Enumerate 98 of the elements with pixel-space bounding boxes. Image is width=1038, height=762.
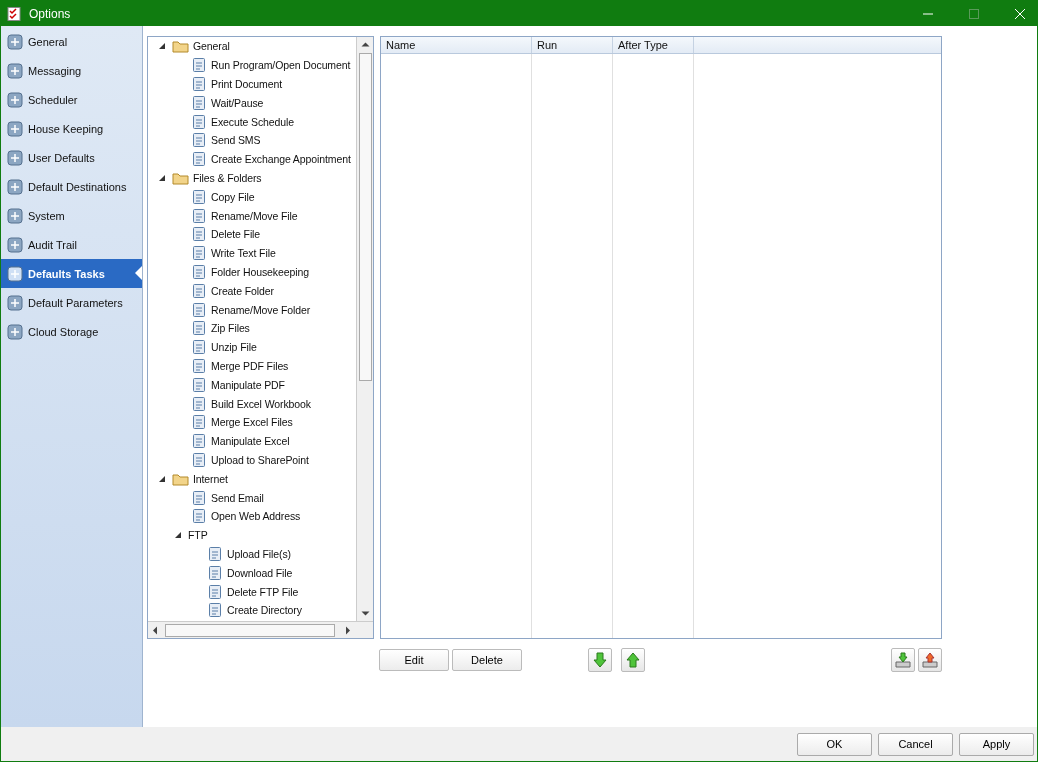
tray-up-arrow-icon [922, 652, 938, 668]
expand-toggle-icon[interactable] [158, 173, 166, 182]
task-icon [191, 414, 207, 431]
task-icon [191, 207, 207, 224]
task-icon [191, 57, 207, 74]
tree-item[interactable]: Build Excel Workbook [211, 397, 311, 410]
sidebar-item[interactable]: Default Parameters [1, 288, 142, 317]
checklist-icon [7, 6, 21, 21]
up-arrow-icon [626, 652, 640, 668]
tree-item[interactable]: Download File [227, 566, 293, 579]
task-icon [207, 583, 223, 600]
task-icon [191, 508, 207, 525]
task-icon [191, 76, 207, 92]
tree-item[interactable]: Manipulate Excel [211, 435, 290, 448]
task-button[interactable]: Edit [379, 649, 449, 671]
tree-item[interactable]: Unzip File [211, 341, 257, 354]
expand-toggle-icon[interactable] [158, 42, 166, 51]
tree-item[interactable]: Execute Schedule [211, 115, 295, 128]
tree-item[interactable]: Internet [193, 472, 228, 485]
task-icon [191, 376, 207, 393]
sidebar-item[interactable]: General [1, 27, 142, 56]
tree-item[interactable]: Send SMS [211, 134, 261, 147]
down-arrow-icon [593, 652, 607, 668]
task-icon [191, 339, 207, 356]
task-icon [191, 113, 207, 130]
tree-item[interactable]: Delete FTP File [227, 585, 299, 598]
tree-item[interactable]: Copy File [211, 190, 255, 203]
task-icon [191, 151, 207, 168]
tray-down-arrow-icon [895, 652, 911, 668]
sidebar-item[interactable]: Defaults Tasks [1, 259, 142, 288]
task-icon [207, 602, 223, 619]
task-icon [191, 282, 207, 299]
task-icon [191, 94, 207, 111]
tree-item[interactable]: Run Program/Open Document [211, 59, 351, 72]
task-icon [191, 395, 207, 412]
tree-item[interactable]: Merge Excel Files [211, 416, 293, 429]
tree-item[interactable]: Write Text File [211, 247, 276, 260]
sidebar-item[interactable]: Messaging [1, 56, 142, 85]
column-header[interactable]: Run [532, 37, 613, 53]
move-down-button[interactable] [588, 648, 612, 672]
task-icon [191, 301, 207, 318]
tree-item[interactable]: Create Folder [211, 284, 274, 297]
dialog-button[interactable]: Apply [959, 732, 1034, 756]
task-icon [191, 451, 207, 468]
horizontal-scrollbar[interactable] [148, 621, 373, 638]
tree-item[interactable]: Rename/Move Folder [211, 303, 311, 316]
column-header[interactable]: Name [381, 37, 532, 53]
tree-item[interactable]: Open Web Address [211, 510, 301, 523]
task-icon [207, 564, 223, 581]
sidebar-item[interactable]: Default Destinations [1, 172, 142, 201]
tree-item[interactable]: Wait/Pause [211, 96, 264, 109]
expand-toggle-icon[interactable] [174, 531, 182, 540]
sidebar-item[interactable]: User Defaults [1, 143, 142, 172]
sidebar-item[interactable]: Scheduler [1, 85, 142, 114]
sidebar-item[interactable]: System [1, 201, 142, 230]
task-icon [191, 263, 207, 280]
sidebar-item[interactable]: House Keeping [1, 114, 142, 143]
export-button[interactable] [918, 648, 942, 672]
selection-notch-icon [135, 266, 142, 280]
task-icon [191, 320, 207, 337]
window-title: Options [29, 6, 71, 21]
task-button[interactable]: Delete [452, 649, 522, 671]
sidebar-item[interactable]: Cloud Storage [1, 317, 142, 346]
tree-item[interactable]: Delete File [211, 228, 261, 241]
folder-icon [172, 38, 189, 55]
close-icon[interactable] [1015, 8, 1025, 19]
expand-toggle-icon[interactable] [158, 474, 166, 483]
scroll-thumb[interactable] [358, 53, 372, 381]
task-icon [207, 545, 223, 562]
task-icon [191, 433, 207, 450]
import-button[interactable] [891, 648, 915, 672]
tree-item[interactable]: Folder Housekeeping [211, 265, 309, 278]
tree-item[interactable]: Print Document [211, 78, 282, 90]
tree-item[interactable]: Merge PDF Files [211, 359, 289, 372]
tree-item[interactable]: Manipulate PDF [211, 378, 285, 391]
tree-item[interactable]: Upload File(s) [227, 547, 291, 560]
tree-item[interactable]: Upload to SharePoint [211, 453, 309, 466]
column-header[interactable]: After Type [613, 37, 694, 53]
dialog-button[interactable]: Cancel [878, 732, 953, 756]
task-icon [191, 489, 207, 506]
task-icon [191, 188, 207, 205]
tree-item[interactable]: Send Email [211, 491, 264, 504]
tree-item[interactable]: Create Exchange Appointment [211, 153, 351, 166]
tree-item[interactable]: Zip Files [211, 322, 250, 335]
tree-item[interactable]: Rename/Move File [211, 209, 298, 222]
tree-item[interactable]: Files & Folders [193, 171, 262, 184]
task-icon [191, 357, 207, 374]
task-icon [191, 132, 207, 149]
tree-item[interactable]: FTP [188, 529, 208, 542]
task-icon [191, 245, 207, 262]
scroll-thumb[interactable] [165, 623, 335, 637]
tree-item[interactable]: Create Directory [227, 604, 302, 617]
sidebar-item[interactable]: Audit Trail [1, 230, 142, 259]
task-icon [191, 226, 207, 243]
tree-item[interactable]: General [193, 40, 230, 53]
dialog-button[interactable]: OK [797, 732, 872, 756]
vertical-scrollbar[interactable] [356, 37, 373, 621]
move-up-button[interactable] [621, 648, 645, 672]
